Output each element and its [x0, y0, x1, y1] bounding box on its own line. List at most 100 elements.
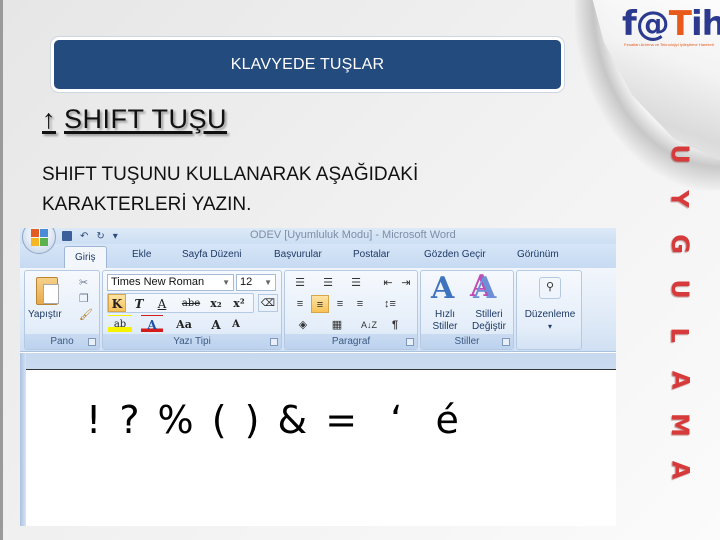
office-logo-icon — [31, 229, 48, 246]
group-yazi-tipi: Times New Roman ▼ 12 ▼ K T A abe x₂ x² ⌫ a… — [102, 270, 282, 350]
binoculars-icon: ⚲ — [539, 277, 561, 299]
strikethrough-button[interactable]: abe — [179, 294, 203, 312]
save-icon[interactable] — [62, 231, 72, 241]
superscript-button[interactable]: x² — [229, 294, 249, 312]
logo-wordmark: f@Tih — [622, 4, 720, 44]
window-title: ODEV [Uyumluluk Modu] - Microsoft Word — [250, 229, 456, 241]
font-color-button[interactable]: A — [141, 315, 163, 333]
vertical-letter: U — [666, 144, 694, 164]
instruction-line-1: SHIFT TUŞUNU KULLANARAK AŞAĞIDAKİ — [42, 164, 419, 185]
group-stiller: A A Hızlı Stiller Stilleri Değiştir Stille… — [420, 270, 514, 350]
quick-styles-line2: Stiller — [432, 321, 458, 332]
paste-icon[interactable] — [36, 277, 59, 305]
vertical-letter: A — [665, 370, 694, 389]
logo-f: f — [622, 4, 637, 44]
subscript-button[interactable]: x₂ — [206, 294, 226, 312]
document-page[interactable]: ! ? % ( ) & = ‘ é — [26, 369, 616, 526]
slide-title-bar: KLAVYEDE TUŞLAR — [51, 37, 564, 92]
sort-icon[interactable]: A↓Z — [359, 316, 379, 334]
word-window-screenshot: ↶ ↻ ▾ ODEV [Uyumluluk Modu] - Microsoft … — [20, 228, 616, 526]
vertical-letter: G — [665, 234, 694, 255]
vertical-letter: M — [665, 412, 694, 437]
undo-icon[interactable]: ↶ — [80, 231, 88, 242]
instruction-line-2: KARAKTERLERİ YAZIN. — [42, 194, 252, 215]
cut-icon[interactable]: ✂ — [79, 277, 88, 289]
bullets-icon[interactable]: ☰ — [291, 274, 309, 292]
vertical-letter: L — [665, 326, 694, 343]
document-area: ! ? % ( ) & = ‘ é — [20, 353, 616, 526]
logo-at: @ — [635, 4, 670, 44]
group-label-yazi-tipi: Yazı Tipi — [103, 334, 281, 349]
styles-dialog-launcher[interactable] — [502, 338, 510, 346]
align-center-icon[interactable]: ≡ — [311, 295, 329, 313]
vertical-label-uygulama: U Y G U L A M A — [665, 142, 695, 482]
clear-formatting-icon[interactable]: ⌫ — [258, 294, 278, 312]
change-styles-icon[interactable]: A — [473, 273, 496, 305]
font-name-value: Times New Roman — [111, 276, 205, 288]
font-size-dropdown[interactable]: 12 ▼ — [236, 274, 276, 291]
group-pano: Yapıştır ✂ ❐ 🖌 Pano — [24, 270, 100, 350]
font-name-dropdown[interactable]: Times New Roman ▼ — [107, 274, 234, 291]
shrink-font-button[interactable]: A — [227, 315, 245, 333]
slide-left-border — [0, 0, 3, 540]
change-styles-line2: Değiştir — [472, 321, 506, 332]
show-formatting-icon[interactable]: ¶ — [385, 316, 405, 334]
tab-sayfa-duzeni[interactable]: Sayfa Düzeni — [182, 248, 241, 262]
vertical-letter: Y — [665, 190, 694, 208]
quick-styles-line1: Hızlı — [435, 309, 455, 320]
font-dialog-launcher[interactable] — [270, 338, 278, 346]
quick-styles-button[interactable]: Hızlı Stiller — [427, 309, 463, 333]
justify-icon[interactable]: ≡ — [351, 295, 369, 313]
change-styles-line1: Stilleri — [475, 309, 503, 320]
tab-gozden-gecir[interactable]: Gözden Geçir — [424, 248, 486, 262]
italic-button[interactable]: T — [130, 294, 148, 312]
slide-title: KLAVYEDE TUŞLAR — [230, 55, 385, 73]
qat-items: ↶ ↻ ▾ — [62, 229, 118, 243]
format-painter-icon[interactable]: 🖌 — [79, 309, 93, 321]
grow-font-button[interactable]: A — [207, 315, 225, 333]
change-styles-button[interactable]: Stilleri Değiştir — [465, 309, 513, 333]
vertical-letter: A — [665, 460, 694, 480]
quick-access-toolbar: ↶ ↻ ▾ ODEV [Uyumluluk Modu] - Microsoft … — [20, 228, 616, 244]
paste-button-label[interactable]: Yapıştır — [28, 309, 62, 320]
shading-icon[interactable]: ◈ — [291, 316, 315, 334]
borders-icon[interactable]: ▦ — [325, 316, 349, 334]
document-left-margin — [20, 353, 26, 526]
line-spacing-icon[interactable]: ↕≡ — [377, 295, 403, 313]
chevron-down-icon: ▼ — [222, 278, 230, 287]
vertical-letter: U — [666, 279, 694, 300]
numbering-icon[interactable]: ☰ — [319, 274, 337, 292]
document-text[interactable]: ! ? % ( ) & = ‘ é — [86, 398, 462, 442]
highlight-color-button[interactable]: ab — [108, 315, 132, 333]
decrease-indent-icon[interactable]: ⇤ — [379, 274, 397, 292]
tab-gorunum[interactable]: Görünüm — [517, 248, 559, 262]
chevron-down-icon: ▾ — [547, 322, 552, 331]
change-case-button[interactable]: Aa — [171, 315, 197, 333]
redo-icon[interactable]: ↻ — [96, 231, 104, 242]
up-arrow-icon: ↑ — [42, 104, 56, 134]
tab-postalar[interactable]: Postalar — [353, 248, 390, 262]
quick-styles-icon[interactable]: A — [431, 273, 454, 305]
font-size-value: 12 — [240, 276, 253, 288]
tab-basvurular[interactable]: Başvurular — [274, 248, 322, 262]
instruction-text: SHIFT TUŞUNU KULLANARAK AŞAĞIDAKİ KARAKT… — [42, 160, 602, 220]
group-paragraf: ☰ ☰ ☰ ⇤ ⇥ ≡ ≡ ≡ ≡ ↕≡ ◈ ▦ A↓Z ¶ Paragraf — [284, 270, 418, 350]
align-left-icon[interactable]: ≡ — [291, 295, 309, 313]
multilevel-list-icon[interactable]: ☰ — [347, 274, 365, 292]
heading-text: SHIFT TUŞU — [64, 104, 228, 134]
paragraph-dialog-launcher[interactable] — [406, 338, 414, 346]
fatih-logo: f@Tih Fırsatları Artırma ve Teknolojiyi … — [618, 4, 720, 52]
tab-giris[interactable]: Giriş — [64, 246, 107, 270]
editing-label: Düzenleme — [524, 309, 576, 320]
section-heading: ↑ SHIFT TUŞU — [42, 104, 227, 135]
increase-indent-icon[interactable]: ⇥ — [397, 274, 415, 292]
underline-button[interactable]: A — [151, 294, 173, 312]
chevron-down-icon: ▼ — [264, 278, 272, 287]
align-right-icon[interactable]: ≡ — [331, 295, 349, 313]
tab-ekle[interactable]: Ekle — [132, 248, 151, 262]
copy-icon[interactable]: ❐ — [79, 293, 89, 305]
pano-dialog-launcher[interactable] — [88, 338, 96, 346]
group-duzenleme[interactable]: ⚲ Düzenleme ▾ — [516, 270, 582, 350]
bold-button[interactable]: K — [108, 294, 126, 312]
customize-qat-icon[interactable]: ▾ — [113, 231, 118, 242]
